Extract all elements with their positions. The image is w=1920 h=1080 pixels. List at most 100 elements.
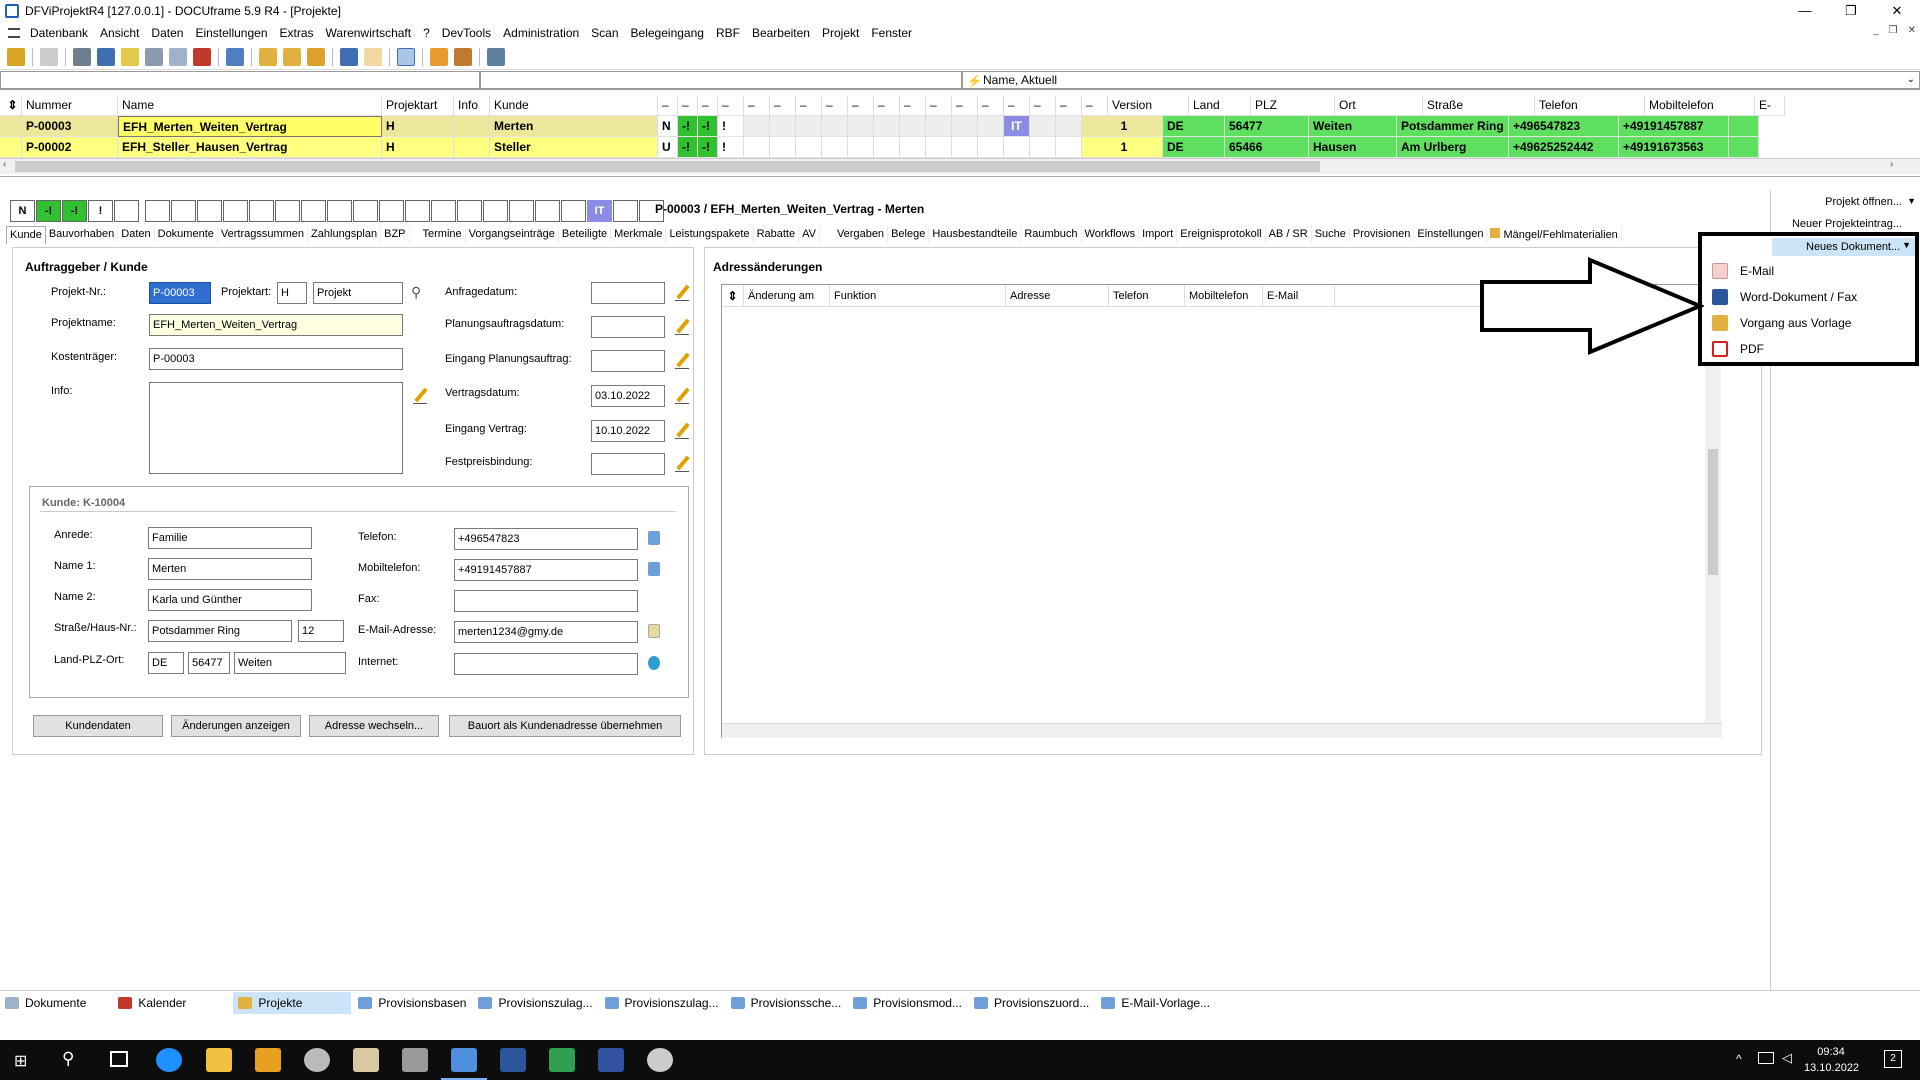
col-email[interactable]: E-Mail bbox=[1263, 285, 1335, 306]
tab-vertragssummen[interactable]: Vertragssummen bbox=[218, 226, 309, 244]
col-funktion[interactable]: Funktion bbox=[830, 285, 1006, 306]
tab-bauvorhaben[interactable]: Bauvorhaben bbox=[46, 226, 119, 244]
menu-help[interactable]: ? bbox=[417, 26, 436, 40]
aenderungen-anzeigen-button[interactable]: Änderungen anzeigen bbox=[171, 715, 301, 737]
hausnr-field[interactable]: 12 bbox=[298, 620, 344, 642]
filter-field-1[interactable] bbox=[0, 71, 480, 89]
tab-av[interactable]: AV bbox=[799, 226, 820, 244]
col-flag[interactable]: – bbox=[900, 95, 926, 116]
col-flag[interactable]: – bbox=[926, 95, 952, 116]
window-tab-projekte[interactable]: Projekte bbox=[233, 991, 352, 1014]
name2-field[interactable]: Karla und Günther bbox=[148, 589, 312, 611]
projekt-nr-field[interactable]: P-00003 bbox=[149, 282, 211, 304]
col-flag[interactable]: – bbox=[744, 95, 770, 116]
status-button[interactable] bbox=[301, 200, 326, 222]
status-button[interactable] bbox=[535, 200, 560, 222]
horizontal-scrollbar[interactable] bbox=[722, 723, 1722, 738]
open-folder-icon[interactable] bbox=[283, 47, 301, 66]
windows-start-icon[interactable]: ⊞ bbox=[14, 1051, 27, 1071]
name1-field[interactable]: Merten bbox=[148, 558, 312, 580]
projektart-text-field[interactable]: Projekt bbox=[313, 282, 403, 304]
edit-pencil-icon[interactable] bbox=[675, 388, 691, 404]
tab-ab-sr[interactable]: AB / SR bbox=[1266, 226, 1312, 244]
tab-raumbuch[interactable]: Raumbuch bbox=[1021, 226, 1082, 244]
tab-zahlungsplan[interactable]: Zahlungsplan bbox=[308, 226, 382, 244]
scroll-left-icon[interactable]: ‹ bbox=[3, 159, 6, 170]
col-flag[interactable]: – bbox=[718, 95, 744, 116]
tab-termine[interactable]: Termine bbox=[420, 226, 466, 244]
tab-provisionen[interactable]: Provisionen bbox=[1350, 226, 1415, 244]
status-button[interactable] bbox=[379, 200, 404, 222]
clock[interactable]: 09:34 13.10.2022 bbox=[1804, 1044, 1859, 1076]
phone-icon[interactable] bbox=[226, 47, 244, 66]
eingang-vertrag-field[interactable]: 10.10.2022 bbox=[591, 420, 665, 442]
mdi-close-button[interactable]: ✕ bbox=[1908, 25, 1916, 36]
menu-daten[interactable]: Daten bbox=[145, 26, 189, 40]
status-button[interactable] bbox=[327, 200, 352, 222]
status-button[interactable] bbox=[114, 200, 139, 222]
anrede-field[interactable]: Familie bbox=[148, 527, 312, 549]
col-flag[interactable]: – bbox=[978, 95, 1004, 116]
copy-icon[interactable] bbox=[169, 47, 187, 66]
settings-gear-icon[interactable] bbox=[647, 1048, 673, 1072]
menu-einstellungen[interactable]: Einstellungen bbox=[189, 26, 273, 40]
mdi-minimize-button[interactable]: _ bbox=[1873, 25, 1879, 36]
edit-pencil-icon[interactable] bbox=[675, 423, 691, 439]
col-plz[interactable]: PLZ bbox=[1251, 95, 1335, 116]
app-icon[interactable] bbox=[255, 1048, 281, 1072]
col-adresse[interactable]: Adresse bbox=[1006, 285, 1109, 306]
tools-icon[interactable] bbox=[430, 47, 448, 66]
menu-warenwirtschaft[interactable]: Warenwirtschaft bbox=[320, 26, 418, 40]
edit-pencil-icon[interactable] bbox=[675, 285, 691, 301]
window-tab-provisionszuord[interactable]: Provisionszuord... bbox=[969, 992, 1094, 1014]
menu-ansicht[interactable]: Ansicht bbox=[94, 26, 145, 40]
move-folder-icon[interactable] bbox=[307, 47, 325, 66]
mail-icon[interactable] bbox=[648, 624, 660, 638]
menu-item-email[interactable]: E-Mail bbox=[1712, 260, 1774, 282]
scrollbar-thumb[interactable] bbox=[15, 161, 1320, 172]
col-mobiltelefon[interactable]: Mobiltelefon bbox=[1645, 95, 1755, 116]
table-row[interactable]: P-00002 EFH_Steller_Hausen_Vertrag H Ste… bbox=[0, 137, 1759, 158]
col-strasse[interactable]: Straße bbox=[1423, 95, 1535, 116]
filter-select[interactable]: ⚡ Name, Aktuell ⌄ bbox=[962, 71, 1920, 89]
docuframe-icon[interactable] bbox=[441, 1048, 487, 1080]
tab-vorgangseintraege[interactable]: Vorgangseinträge bbox=[466, 226, 559, 244]
tab-vergaben[interactable]: Vergaben bbox=[834, 226, 889, 244]
edit-pencil-icon[interactable] bbox=[675, 456, 691, 472]
status-button[interactable] bbox=[431, 200, 456, 222]
col-flag[interactable]: – bbox=[796, 95, 822, 116]
maximize-button[interactable]: ❐ bbox=[1828, 0, 1874, 22]
email-field[interactable]: merten1234@gmy.de bbox=[454, 621, 638, 643]
festpreisbindung-field[interactable] bbox=[591, 453, 665, 475]
col-aenderung-am[interactable]: Änderung am bbox=[744, 285, 830, 306]
window-tab-provisionszulag-1[interactable]: Provisionszulag... bbox=[473, 992, 597, 1014]
col-flag[interactable]: – bbox=[770, 95, 796, 116]
note-icon[interactable] bbox=[121, 47, 139, 66]
export-icon[interactable] bbox=[487, 47, 505, 66]
tab-hausbestandteile[interactable]: Hausbestandteile bbox=[929, 226, 1022, 244]
planungsauftragsdatum-field[interactable] bbox=[591, 316, 665, 338]
status-it-button[interactable]: IT bbox=[587, 200, 612, 222]
menu-rbf[interactable]: RBF bbox=[710, 26, 746, 40]
tab-rabatte[interactable]: Rabatte bbox=[754, 226, 800, 244]
notification-icon[interactable]: 2 bbox=[1884, 1050, 1902, 1068]
users-icon[interactable] bbox=[454, 47, 472, 66]
internet-field[interactable] bbox=[454, 653, 638, 675]
menu-extras[interactable]: Extras bbox=[274, 26, 320, 40]
telefon-field[interactable]: +496547823 bbox=[454, 528, 638, 550]
tab-suche[interactable]: Suche bbox=[1312, 226, 1350, 244]
status-button[interactable] bbox=[483, 200, 508, 222]
tab-bzp[interactable]: BZP bbox=[381, 226, 410, 244]
sort-icon[interactable]: ⇕ bbox=[0, 95, 22, 116]
list-icon[interactable] bbox=[97, 47, 115, 66]
col-ort[interactable]: Ort bbox=[1335, 95, 1423, 116]
tab-maengel[interactable]: Mängel/Fehlmaterialien bbox=[1487, 226, 1622, 244]
col-flag[interactable]: – bbox=[874, 95, 900, 116]
window-tab-provisionszulag-2[interactable]: Provisionszulag... bbox=[600, 992, 724, 1014]
print-icon[interactable] bbox=[40, 47, 58, 66]
tab-einstellungen[interactable]: Einstellungen bbox=[1414, 226, 1488, 244]
col-flag[interactable]: – bbox=[952, 95, 978, 116]
status-button[interactable] bbox=[275, 200, 300, 222]
status-button[interactable] bbox=[457, 200, 482, 222]
col-nummer[interactable]: Nummer bbox=[22, 95, 118, 116]
